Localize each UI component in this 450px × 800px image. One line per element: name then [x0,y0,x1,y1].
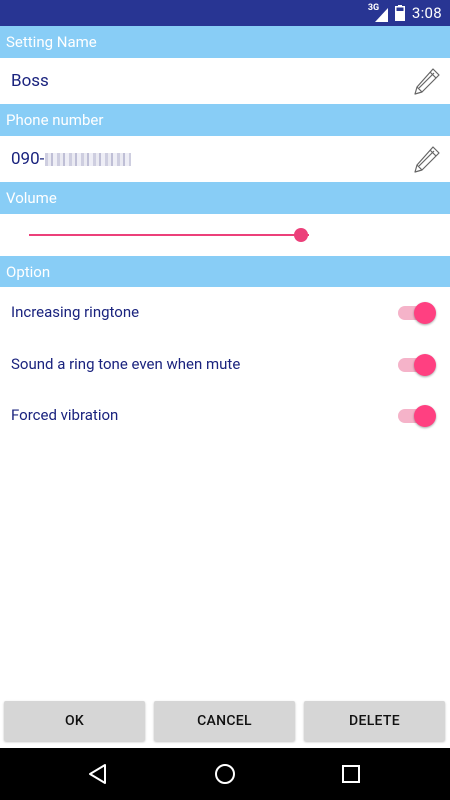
ring-when-mute-switch[interactable] [398,354,436,376]
status-bar: 3G 3:08 [0,0,450,26]
navigation-bar [0,748,450,800]
option-forced-vibration[interactable]: Forced vibration [0,394,450,438]
option-label: Increasing ringtone [11,303,140,321]
volume-slider-thumb[interactable] [293,228,308,242]
setting-name-value: Boss [11,71,49,91]
ok-button[interactable]: OK [4,701,145,741]
option-label: Sound a ring tone even when mute [11,355,241,373]
battery-icon [394,5,405,21]
setting-name-header: Setting Name [0,26,450,58]
phone-number-header: Phone number [0,104,450,136]
option-increasing-ringtone[interactable]: Increasing ringtone [0,291,450,335]
home-icon[interactable] [213,762,237,786]
back-icon[interactable] [86,762,110,786]
option-label: Forced vibration [11,406,119,424]
setting-name-field[interactable]: Boss [0,58,450,104]
edit-pencil-icon[interactable] [412,66,442,96]
phone-number-value: 090- [11,149,132,169]
option-ring-when-mute[interactable]: Sound a ring tone even when mute [0,343,450,387]
clock: 3:08 [411,4,442,22]
phone-number-prefix: 090- [11,149,45,169]
cancel-button[interactable]: CANCEL [154,701,295,741]
forced-vibration-switch[interactable] [398,405,436,427]
edit-pencil-icon[interactable] [412,144,442,174]
redacted-phone-digits [45,153,132,167]
phone-number-field[interactable]: 090- [0,136,450,182]
volume-header: Volume [0,182,450,214]
option-header: Option [0,256,450,287]
delete-button[interactable]: DELETE [304,701,445,741]
volume-slider[interactable] [29,226,319,244]
network-signal-icon: 3G [368,3,388,23]
recents-icon[interactable] [339,762,363,786]
volume-slider-track[interactable] [29,234,309,236]
increasing-ringtone-switch[interactable] [398,302,436,324]
